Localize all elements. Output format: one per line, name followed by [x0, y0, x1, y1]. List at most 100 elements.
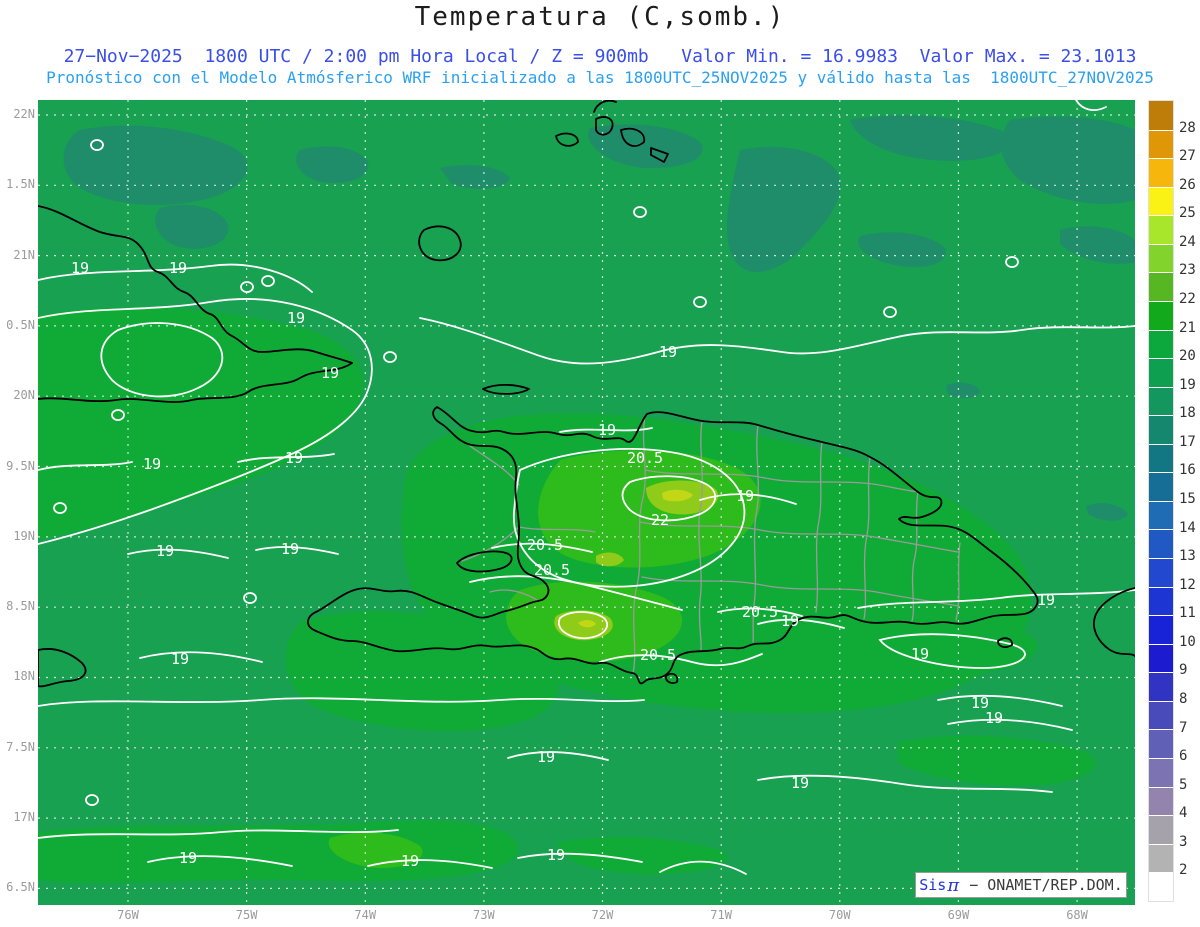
contour-label: 19 — [658, 343, 678, 361]
x-tick-label: 71W — [710, 908, 732, 922]
map-svg — [38, 100, 1135, 905]
org-label: − ONAMET/REP.DOM. — [960, 876, 1123, 894]
colorbar-block — [1149, 700, 1173, 730]
colorbar-block — [1149, 329, 1173, 359]
colorbar-tick-label: 19 — [1179, 376, 1196, 393]
contour-label: 20.5 — [533, 561, 571, 579]
colorbar-block — [1149, 272, 1173, 301]
colorbar-block — [1149, 500, 1173, 530]
colorbar-tick-label: 9 — [1179, 662, 1188, 679]
colorbar-tick-label: 24 — [1179, 233, 1196, 250]
contour-label: 19 — [178, 849, 198, 867]
y-tick-label: 9.5N — [6, 458, 35, 473]
y-tick-label: 1.5N — [6, 177, 35, 192]
contour-label: 19 — [168, 259, 188, 277]
y-tick-label: 20N — [13, 388, 35, 403]
contour-label: 19 — [597, 421, 617, 439]
y-tick-label: 19N — [13, 528, 35, 543]
contour-label: 19 — [1036, 591, 1056, 609]
contour-label: 19 — [735, 487, 755, 505]
y-tick-label: 22N — [13, 107, 35, 121]
y-tick-label: 7.5N — [6, 739, 35, 754]
contour-label: 19 — [984, 709, 1004, 727]
colorbar-block — [1149, 558, 1173, 587]
colorbar-tick-label: 17 — [1179, 433, 1196, 450]
colorbar-tick-label: 4 — [1179, 805, 1188, 822]
colorbar-block — [1149, 643, 1173, 673]
y-tick-label: 6.5N — [6, 880, 35, 895]
colorbar-block — [1149, 872, 1173, 901]
contour-label: 19 — [536, 748, 556, 766]
colorbar-tick-label: 28 — [1179, 119, 1196, 136]
weather-map-page: { "header": { "title": "Temperatura (C,s… — [0, 0, 1200, 927]
contour-label: 20.5 — [639, 646, 677, 664]
y-tick-label: 18N — [13, 669, 35, 684]
colorbar-block — [1149, 186, 1173, 216]
colorbar-tick-label: 20 — [1179, 348, 1196, 365]
colorbar-block — [1149, 615, 1173, 644]
colorbar-block — [1149, 672, 1173, 701]
colorbar-block — [1149, 443, 1173, 473]
colorbar-tick-label: 18 — [1179, 405, 1196, 422]
pi-symbol-icon: π — [947, 874, 960, 896]
colorbar-block — [1149, 729, 1173, 758]
y-tick-label: 0.5N — [6, 317, 35, 332]
colorbar-tick-label: 2 — [1179, 862, 1188, 879]
y-tick-label: 21N — [13, 247, 35, 262]
colorbar-tick-label: 22 — [1179, 291, 1196, 307]
y-tick-label: 8.5N — [6, 599, 35, 614]
colorbar-tick-label: 25 — [1179, 205, 1196, 222]
colorbar-tick-label: 15 — [1179, 491, 1196, 507]
contour-label: 19 — [280, 540, 300, 558]
colorbar-block — [1149, 129, 1173, 159]
colorbar-block — [1149, 472, 1173, 501]
contour-label: 19 — [286, 309, 306, 327]
contour-label: 20.5 — [626, 449, 664, 467]
colorbar-tick-label: 8 — [1179, 691, 1188, 707]
contour-label: 19 — [320, 364, 340, 382]
colorbar-block — [1149, 815, 1173, 844]
colorbar-tick-label: 6 — [1179, 748, 1188, 765]
y-tick-label: 17N — [13, 810, 35, 824]
contour-label: 20.5 — [526, 536, 564, 554]
x-tick-label: 76W — [117, 908, 139, 922]
colorbar-tick-label: 16 — [1179, 462, 1196, 479]
colorbar-block — [1149, 415, 1173, 444]
colorbar-block — [1149, 529, 1173, 558]
colorbar-block — [1149, 215, 1173, 244]
contour-label: 19 — [284, 449, 304, 467]
colorbar-block — [1149, 243, 1173, 273]
x-tick-label: 70W — [828, 908, 851, 922]
colorbar-tick-label: 7 — [1179, 719, 1188, 736]
colorbar-tick-label: 12 — [1179, 576, 1196, 593]
contour-label: 19 — [70, 259, 90, 277]
colorbar-tick-label: 26 — [1179, 176, 1196, 193]
contour-label: 19 — [400, 852, 420, 870]
colorbar-tick-label: 21 — [1179, 319, 1196, 336]
contour-label: 19 — [155, 542, 175, 560]
colorbar-tick-label: 14 — [1179, 519, 1196, 536]
colorbar-tick-label: 13 — [1179, 548, 1196, 565]
contour-label: 22 — [650, 511, 670, 529]
x-tick-label: 73W — [473, 908, 495, 922]
x-tick-label: 68W — [1066, 908, 1088, 922]
colorbar-block — [1149, 358, 1173, 387]
colorbar-tick-label: 3 — [1179, 833, 1188, 850]
contour-label: 19 — [170, 650, 190, 668]
x-tick-label: 72W — [591, 908, 614, 922]
colorbar-block — [1149, 757, 1173, 787]
colorbar-tick-label: 11 — [1179, 605, 1196, 622]
colorbar-block — [1149, 843, 1173, 873]
sispi-logo: Sis — [919, 876, 947, 894]
contour-label: 19 — [142, 455, 162, 473]
colorbar-block — [1149, 786, 1173, 816]
colorbar-block — [1149, 386, 1173, 416]
x-tick-label: 69W — [947, 908, 970, 922]
colorbar-block — [1149, 158, 1173, 187]
contour-label: 19 — [780, 612, 800, 630]
colorbar — [1148, 100, 1174, 902]
colorbar-block — [1149, 300, 1173, 330]
colorbar-tick-label: 5 — [1179, 776, 1188, 793]
colorbar-tick-label: 27 — [1179, 148, 1196, 165]
x-tick-label: 74W — [354, 908, 377, 922]
